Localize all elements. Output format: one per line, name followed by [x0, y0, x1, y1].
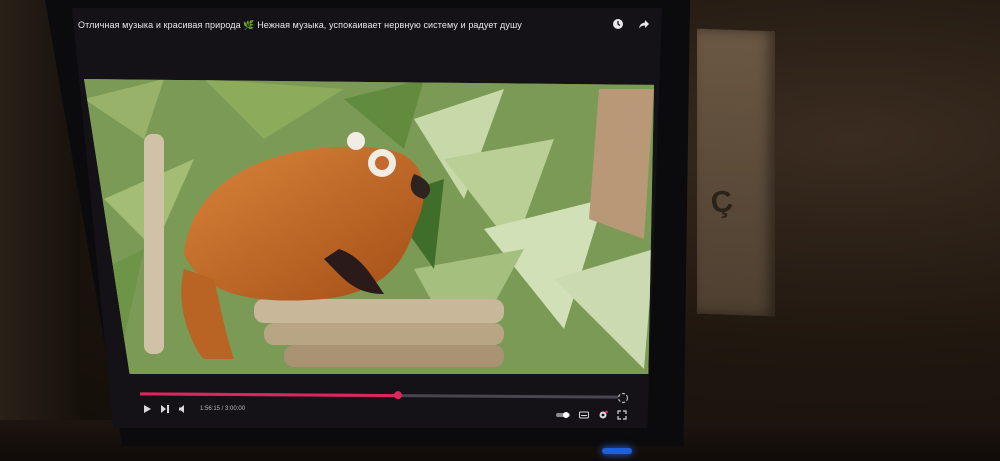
video-title[interactable]: Отличная музыка и красивая природа 🌿 Неж…: [78, 20, 522, 31]
video-frame[interactable]: [84, 79, 654, 374]
clock-icon[interactable]: [612, 18, 624, 30]
tree-trunk-right: [589, 89, 654, 239]
autoplay-toggle-icon[interactable]: [556, 410, 570, 420]
time-display: 1:56:15 / 3:00:00: [200, 406, 246, 412]
subtitles-icon[interactable]: [579, 410, 589, 420]
video-title-bar: Отличная музыка и красивая природа 🌿 Неж…: [78, 14, 658, 36]
player-controls-right: [556, 410, 627, 420]
play-icon[interactable]: [142, 404, 152, 414]
settings-icon[interactable]: [598, 410, 608, 420]
fullscreen-icon[interactable]: [617, 410, 627, 420]
log-platform: [254, 299, 504, 367]
next-icon[interactable]: [160, 404, 170, 414]
bamboo-pole-left: [144, 134, 164, 354]
share-icon[interactable]: [638, 18, 650, 30]
monitor-power-led: [602, 448, 632, 454]
volume-icon[interactable]: [178, 404, 188, 414]
background-box: [697, 28, 775, 317]
loading-spinner-icon: [617, 392, 629, 404]
red-panda-scene: [84, 79, 654, 374]
title-icons: [612, 18, 650, 30]
box-logo: Ç: [708, 184, 735, 221]
